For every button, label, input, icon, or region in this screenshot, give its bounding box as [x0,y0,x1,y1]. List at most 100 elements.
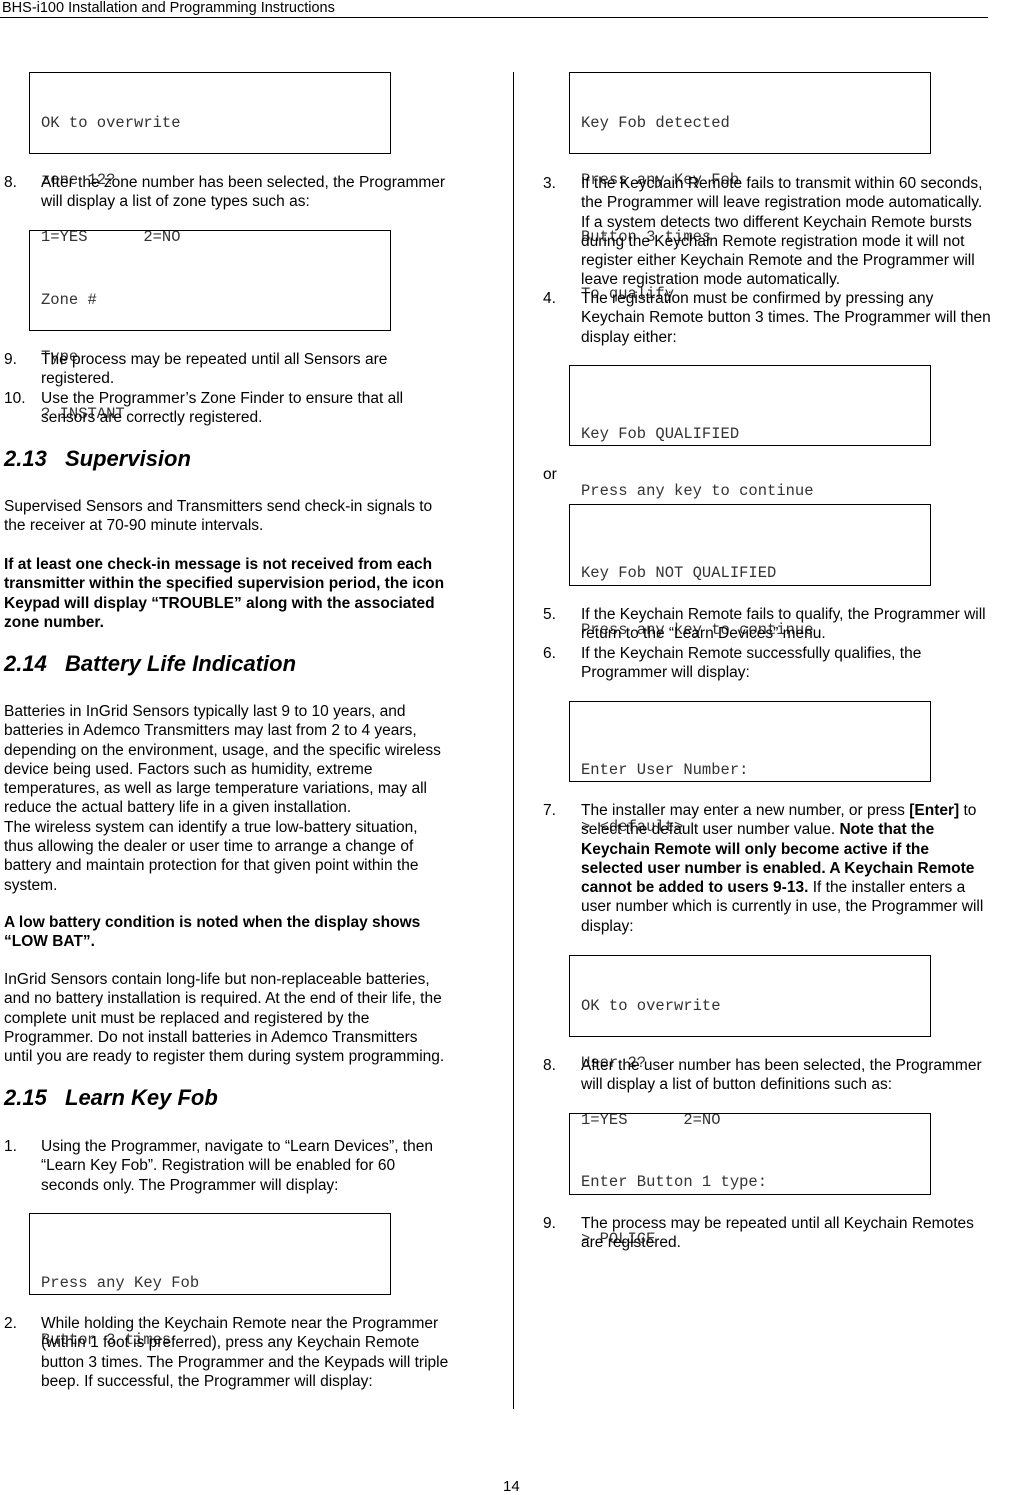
text-line: register either Keychain Remote and the … [581,252,975,270]
text-run: to [959,802,977,819]
text-line: The registration must be confirmed by pr… [581,290,934,307]
step-6-text: If the Keychain Remote successfully qual… [581,644,921,683]
text-line: seconds only. The Programmer will displa… [41,1176,339,1194]
text-line: display: [581,917,634,935]
step-7-text: The installer may enter a new number, or… [581,801,983,936]
display-box-key-fob-detected: Key Fob detected Press any Key Fob Butto… [569,72,931,303]
step-4-text: The registration must be confirmed by pr… [581,289,991,347]
header-rule [0,17,988,18]
display-line: OK to overwrite [41,114,181,132]
section-number: 2.13 [4,446,47,471]
battery-bold-paragraph: A low battery condition is noted when th… [4,913,420,952]
text-line: the receiver at 70-90 minute intervals. [4,517,264,535]
text-line: If at least one check-in message is not … [4,556,433,573]
display-line: Key Fob QUALIFIED [581,425,740,443]
text-run: If the installer enters a [808,879,966,897]
text-line: will display a list of zone types such a… [41,193,310,211]
text-line: Keychain Remote will only become active … [581,840,983,859]
display-box-press-key-fob: Press any Key Fob Button 3 times [29,1213,391,1349]
text-line: complete unit must be replaced and regis… [4,1009,370,1027]
step-2-text: While holding the Keychain Remote near t… [41,1314,448,1391]
text-line: Use the Programmer’s Zone Finder to ensu… [41,390,404,407]
section-number: 2.14 [4,651,47,676]
text-line: batteries in Ademco Transmitters may las… [4,722,417,740]
text-line: If the Keychain Remote fails to transmit… [581,175,983,192]
step-8-right-text: After the user number has been selected,… [581,1056,982,1095]
column-divider [513,72,514,1409]
step-number: 7. [543,802,556,819]
text-line: Programmer will display: [581,664,750,682]
step-number: 6. [543,645,556,662]
text-line: If a system detects two different Keycha… [581,213,972,231]
step-number: 5. [543,606,556,623]
text-line: “LOW BAT”. [4,933,95,951]
text-line: sensors are correctly registered. [41,409,263,427]
text-line: zone number. [4,613,104,631]
text-line: Keypad will display “TROUBLE” along with… [4,594,435,612]
text-line: leave registration mode automatically. [581,271,841,289]
text-line: Batteries in InGrid Sensors typically la… [4,703,406,720]
section-heading-battery-life: 2.14 Battery Life Indication [4,651,296,677]
step-number: 2. [4,1315,17,1332]
step-number: 4. [543,290,556,307]
step-number: 3. [543,175,556,192]
text-line: A low battery condition is noted when th… [4,914,421,931]
enter-key-label: [Enter] [909,802,960,819]
note-text: Note that the [839,821,935,839]
text-line: return to the “Learn Devices” menu. [581,625,826,643]
text-line: until you are ready to register them dur… [4,1048,445,1066]
or-text: or [543,466,557,483]
step-5-text: If the Keychain Remote fails to qualify,… [581,605,986,644]
display-line: OK to overwrite [581,997,721,1015]
text-line: “Learn Key Fob”. Registration will be en… [41,1157,396,1175]
display-box-zone-type: Zone # Type ? INSTANT [29,230,391,423]
text-line: After the user number has been selected,… [581,1057,982,1074]
text-line: thus allowing the dealer or user time to… [4,838,414,856]
text-line: registered. [41,370,115,388]
display-line: Press any key to continue [581,482,814,500]
display-line: Zone # [41,291,97,309]
text-line: The process may be repeated until all Se… [41,351,388,368]
text-line: If the Keychain Remote fails to qualify,… [581,606,986,623]
step-9-text: The process may be repeated until all Se… [41,350,387,389]
display-box-qualified: Key Fob QUALIFIED Press any key to conti… [569,365,931,500]
text-run: The installer may enter a new number, or… [581,802,910,819]
text-line: the Programmer will leave registration m… [581,194,983,212]
text-line: The wireless system can identify a true … [4,818,418,836]
section-title: Supervision [65,446,191,471]
display-box-overwrite-zone: OK to overwrite zone 12? 1=YES 2=NO [29,72,391,246]
step-9-right-text: The process may be repeated until all Ke… [581,1214,974,1253]
battery-paragraph-1: Batteries in InGrid Sensors typically la… [4,702,441,895]
display-box-not-qualified: Key Fob NOT QUALIFIED Press any key to c… [569,504,931,639]
step-8-text: After the zone number has been selected,… [41,173,445,212]
text-line: temperatures, as well as large temperatu… [4,780,427,798]
section-number: 2.15 [4,1085,47,1110]
text-line: beep. If successful, the Programmer will… [41,1372,373,1390]
text-line: selected user number is enabled. A Keych… [581,859,983,878]
text-line: The process may be repeated until all Ke… [581,1215,974,1232]
text-line: reduce the actual battery life in a give… [4,799,352,817]
step-number: 8. [4,174,17,191]
note-text: Keychain Remote will only become active … [581,840,929,858]
text-line: After the zone number has been selected,… [41,174,446,191]
note-text: selected user number is enabled. A Keych… [581,859,975,877]
text-line: battery and maintain protection for that… [4,857,419,875]
step-number: 8. [543,1057,556,1074]
step-10-text: Use the Programmer’s Zone Finder to ensu… [41,389,403,428]
text-line: during the Keychain Remote registration … [581,232,965,250]
step-number: 9. [4,351,17,368]
supervision-bold-paragraph: If at least one check-in message is not … [4,555,444,632]
step-number: 9. [543,1215,556,1232]
display-line: Press any Key Fob [41,1274,200,1292]
step-3-text: If the Keychain Remote fails to transmit… [581,174,982,290]
text-line: will display a list of button definition… [581,1076,893,1094]
step-1-text: Using the Programmer, navigate to “Learn… [41,1137,433,1195]
text-line: transmitter within the specified supervi… [4,575,445,593]
text-run: select the default user number value. [581,821,840,839]
text-line: InGrid Sensors contain long-life but non… [4,971,430,988]
text-line: While holding the Keychain Remote near t… [41,1315,439,1332]
battery-paragraph-2: InGrid Sensors contain long-life but non… [4,970,444,1066]
text-line: If the Keychain Remote successfully qual… [581,645,922,662]
display-box-overwrite-user: OK to overwrite User 2? 1=YES 2=NO [569,955,931,1129]
text-line: The installer may enter a new number, or… [581,801,983,820]
